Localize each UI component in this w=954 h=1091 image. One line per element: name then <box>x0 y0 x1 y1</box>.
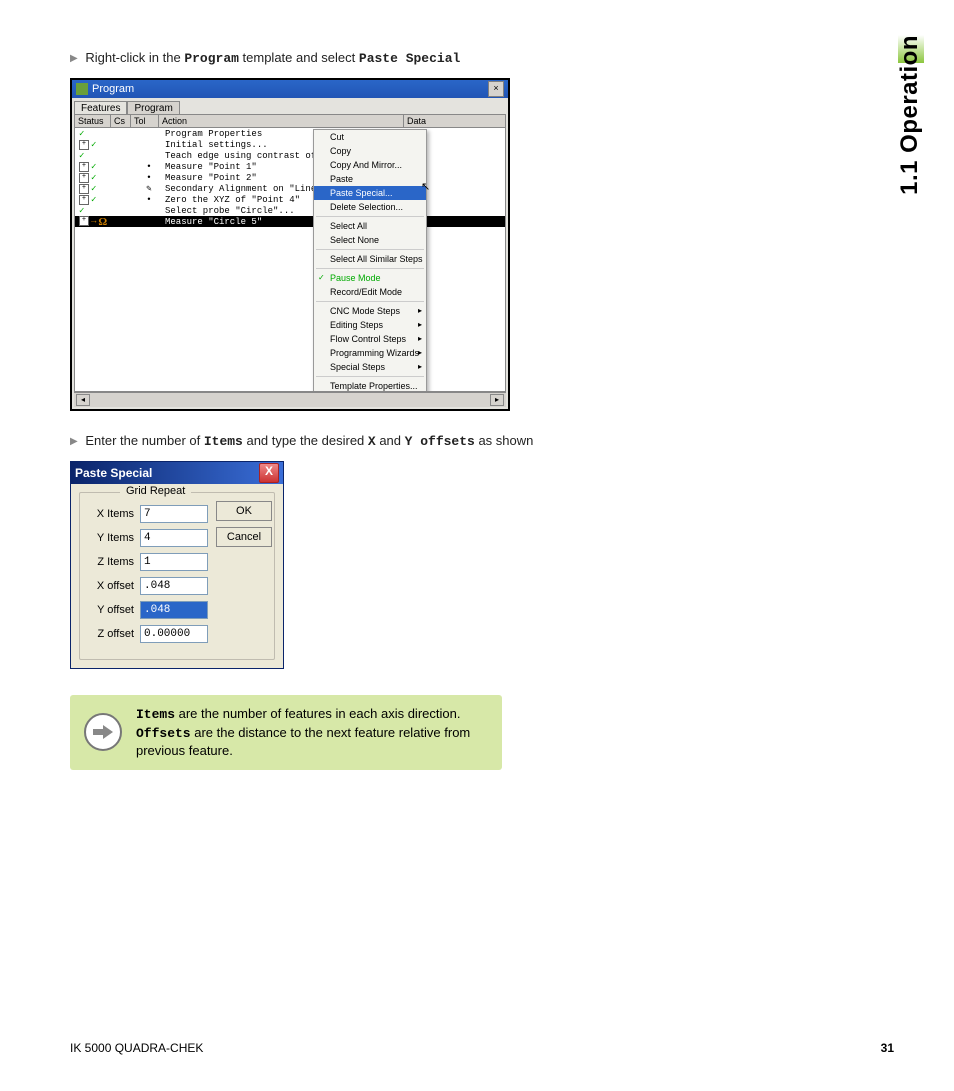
text-bold: Y offsets <box>405 434 475 449</box>
footer-product: IK 5000 QUADRA-CHEK <box>70 1041 203 1055</box>
col-action[interactable]: Action <box>159 115 404 127</box>
group-legend: Grid Repeat <box>120 485 191 497</box>
table-row[interactable]: +✓Initial settings... <box>75 139 505 150</box>
menu-item[interactable]: Template Properties... <box>314 379 426 392</box>
tab-features[interactable]: Features <box>74 101 127 115</box>
y offset-input[interactable] <box>140 601 208 619</box>
ok-button[interactable]: OK <box>216 501 272 521</box>
window-title: Program <box>92 83 488 95</box>
col-status[interactable]: Status <box>75 115 111 127</box>
menu-item[interactable]: Paste Special... <box>314 186 426 200</box>
table-row[interactable]: ✓Program Properties <box>75 128 505 139</box>
col-cs[interactable]: Cs <box>111 115 131 127</box>
table-row[interactable]: +✓✎Secondary Alignment on "Line 3" <box>75 183 505 194</box>
dialog-title: Paste Special <box>75 466 259 480</box>
horizontal-scrollbar[interactable]: ◂ ▸ <box>74 392 506 407</box>
table-row[interactable]: +→ΩMeasure "Circle 5" <box>75 216 505 227</box>
menu-item[interactable]: Copy <box>314 144 426 158</box>
y items-input[interactable] <box>140 529 208 547</box>
note-text: Items are the number of features in each… <box>136 705 488 760</box>
text: as shown <box>475 433 534 448</box>
text: Right-click in the <box>85 50 184 65</box>
x items-input[interactable] <box>140 505 208 523</box>
menu-item[interactable]: Delete Selection... <box>314 200 426 214</box>
table-row[interactable]: +✓•Zero the XYZ of "Point 4" <box>75 194 505 205</box>
scroll-right-icon[interactable]: ▸ <box>490 394 504 406</box>
info-note: Items are the number of features in each… <box>70 695 502 770</box>
menu-item[interactable]: CNC Mode Steps <box>314 304 426 318</box>
instruction-1: ▶ Right-click in the Program template an… <box>70 50 630 66</box>
field-label: Y offset <box>88 604 134 616</box>
text-bold: Program <box>184 51 239 66</box>
menu-item[interactable]: Select None <box>314 233 426 247</box>
z items-input[interactable] <box>140 553 208 571</box>
menu-item[interactable]: Select All Similar Steps <box>314 252 426 266</box>
program-grid: Status Cs Tol Action Data ✓Program Prope… <box>74 114 506 392</box>
text-bold: Items <box>204 434 243 449</box>
tab-program[interactable]: Program <box>127 101 179 115</box>
scroll-left-icon[interactable]: ◂ <box>76 394 90 406</box>
field-label: Y Items <box>88 532 134 544</box>
col-tol[interactable]: Tol <box>131 115 159 127</box>
x offset-input[interactable] <box>140 577 208 595</box>
text: template and select <box>239 50 359 65</box>
menu-item[interactable]: Editing Steps <box>314 318 426 332</box>
window-titlebar[interactable]: Program × <box>72 80 508 98</box>
table-row[interactable]: +✓•Measure "Point 1" <box>75 161 505 172</box>
close-icon[interactable]: × <box>488 81 504 97</box>
text: and <box>376 433 405 448</box>
menu-item[interactable]: Flow Control Steps <box>314 332 426 346</box>
menu-item[interactable]: Pause Mode <box>314 271 426 285</box>
dialog-titlebar[interactable]: Paste Special X <box>71 462 283 484</box>
menu-item[interactable]: Paste <box>314 172 426 186</box>
table-row[interactable]: ✓Select probe "Circle"... <box>75 205 505 216</box>
field-label: Z Items <box>88 556 134 568</box>
field-label: Z offset <box>88 628 134 640</box>
page-footer: IK 5000 QUADRA-CHEK 31 <box>70 1041 894 1055</box>
program-rows: ✓Program Properties+✓Initial settings...… <box>75 128 505 227</box>
text-bold: X <box>368 434 376 449</box>
context-menu[interactable]: CutCopyCopy And Mirror...PastePaste Spec… <box>313 129 427 392</box>
menu-item[interactable]: Special Steps <box>314 360 426 374</box>
instruction-2: ▶ Enter the number of Items and type the… <box>70 433 630 449</box>
note-arrow-icon <box>84 713 122 751</box>
close-icon[interactable]: X <box>259 463 279 483</box>
text: and type the desired <box>243 433 368 448</box>
app-icon <box>76 83 88 95</box>
text-bold: Paste Special <box>359 51 460 66</box>
program-window: Program × Features Program Status Cs Tol… <box>70 78 510 411</box>
table-row[interactable]: +✓•Measure "Point 2" <box>75 172 505 183</box>
bullet-icon: ▶ <box>70 53 78 64</box>
paste-special-dialog: Paste Special X Grid Repeat X Items Y Ite… <box>70 461 284 669</box>
menu-item[interactable]: Select All <box>314 219 426 233</box>
column-headers: Status Cs Tol Action Data <box>75 115 505 128</box>
table-row[interactable]: ✓Teach edge using contrast of 14... <box>75 150 505 161</box>
col-data[interactable]: Data <box>404 115 505 127</box>
menu-item[interactable]: Programming Wizards <box>314 346 426 360</box>
page-number: 31 <box>881 1041 894 1055</box>
grid-repeat-group: Grid Repeat X ItemsY ItemsZ ItemsX offse… <box>79 492 275 660</box>
cancel-button[interactable]: Cancel <box>216 527 272 547</box>
section-heading: 1.1 Operation <box>896 35 924 195</box>
menu-item[interactable]: Copy And Mirror... <box>314 158 426 172</box>
text-bold: Items <box>136 707 175 722</box>
tab-strip: Features Program <box>74 100 506 114</box>
menu-item[interactable]: Cut <box>314 130 426 144</box>
field-label: X Items <box>88 508 134 520</box>
field-list: X Items Y Items Z Items X offset Y offset Z o… <box>88 499 208 649</box>
z offset-input[interactable] <box>140 625 208 643</box>
field-label: X offset <box>88 580 134 592</box>
text-bold: Offsets <box>136 726 191 741</box>
menu-item[interactable]: Record/Edit Mode <box>314 285 426 299</box>
bullet-icon: ▶ <box>70 436 78 447</box>
text: are the number of features in each axis … <box>175 706 460 721</box>
text: Enter the number of <box>85 433 204 448</box>
